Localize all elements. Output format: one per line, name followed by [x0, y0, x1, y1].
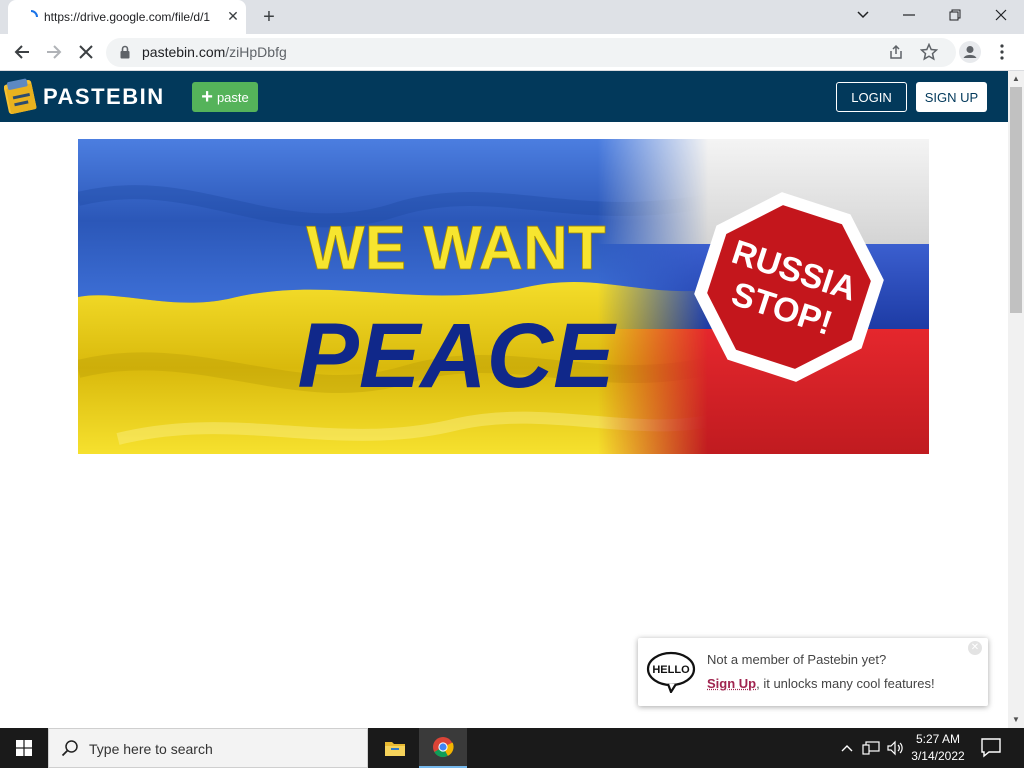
- file-explorer-icon[interactable]: [371, 728, 419, 768]
- network-icon[interactable]: [860, 728, 882, 768]
- windows-taskbar: Type here to search 5:27 AM 3/14/2022: [0, 728, 1024, 768]
- scroll-up-icon[interactable]: ▲: [1008, 71, 1024, 87]
- login-button[interactable]: LOGIN: [836, 82, 907, 112]
- url-text: pastebin.com/ziHpDbfg: [142, 44, 287, 60]
- plus-icon: +: [201, 86, 213, 108]
- windows-start-icon[interactable]: [0, 728, 48, 768]
- star-icon[interactable]: [920, 43, 938, 61]
- tab-search-icon[interactable]: [840, 0, 886, 30]
- popup-close-icon[interactable]: ✕: [968, 641, 982, 655]
- new-paste-button[interactable]: + paste: [192, 82, 258, 112]
- scrollbar-thumb[interactable]: [1010, 87, 1022, 313]
- chrome-taskbar-icon[interactable]: [419, 728, 467, 768]
- forward-icon[interactable]: [42, 40, 66, 64]
- popup-message-2: Sign Up, it unlocks many cool features!: [707, 676, 935, 691]
- address-bar[interactable]: pastebin.com/ziHpDbfg: [106, 38, 956, 67]
- banner-line2: PEACE: [298, 305, 618, 407]
- maximize-icon[interactable]: [932, 0, 978, 30]
- signup-button[interactable]: SIGN UP: [916, 82, 987, 112]
- loading-favicon-icon: [30, 10, 38, 18]
- popup-message: Not a member of Pastebin yet?: [707, 652, 887, 667]
- tab-title: https://drive.google.com/file/d/1: [44, 10, 211, 24]
- search-placeholder: Type here to search: [89, 741, 213, 757]
- new-tab-button[interactable]: +: [258, 6, 280, 28]
- menu-icon[interactable]: [990, 40, 1014, 64]
- new-paste-label: paste: [216, 89, 249, 105]
- browser-tab[interactable]: https://drive.google.com/file/d/1 ✕: [8, 0, 246, 34]
- notification-icon[interactable]: [980, 736, 1002, 758]
- pastebin-header: PASTEBIN + paste LOGIN SIGN UP: [0, 71, 1008, 122]
- volume-icon[interactable]: [884, 728, 906, 768]
- profile-icon[interactable]: [958, 40, 982, 64]
- tab-strip: https://drive.google.com/file/d/1 ✕ +: [0, 0, 1024, 34]
- close-icon[interactable]: [978, 0, 1024, 30]
- signup-popup: HELLO Not a member of Pastebin yet? Sign…: [638, 638, 988, 706]
- banner-line1: WE WANT: [306, 214, 606, 283]
- tab-close-icon[interactable]: ✕: [225, 8, 241, 24]
- clock-time: 5:27 AM: [915, 732, 961, 746]
- browser-toolbar: pastebin.com/ziHpDbfg: [0, 34, 1024, 71]
- screen: https://drive.google.com/file/d/1 ✕ + pa…: [0, 0, 1024, 768]
- pastebin-logo-icon[interactable]: [4, 78, 38, 114]
- hello-text: HELLO: [652, 664, 690, 676]
- system-clock[interactable]: 5:27 AM 3/14/2022: [908, 731, 968, 765]
- minimize-icon[interactable]: [886, 0, 932, 30]
- pastebin-brand[interactable]: PASTEBIN: [43, 84, 165, 110]
- lock-icon: [120, 45, 130, 59]
- taskbar-search-input[interactable]: Type here to search: [48, 728, 368, 768]
- back-icon[interactable]: [10, 40, 34, 64]
- popup-signup-link[interactable]: Sign Up: [707, 676, 756, 691]
- peace-banner-image: WE WANT PEACE RUSSIA STOP!: [78, 139, 929, 454]
- clock-date: 3/14/2022: [911, 749, 965, 763]
- page-scrollbar[interactable]: ▲ ▼: [1008, 71, 1024, 728]
- tray-expand-icon[interactable]: [838, 728, 856, 768]
- share-icon[interactable]: [888, 44, 904, 60]
- search-icon: [61, 740, 78, 757]
- hello-speech-bubble-icon: HELLO: [646, 651, 696, 693]
- stop-loading-icon[interactable]: [74, 40, 98, 64]
- scroll-down-icon[interactable]: ▼: [1008, 712, 1024, 728]
